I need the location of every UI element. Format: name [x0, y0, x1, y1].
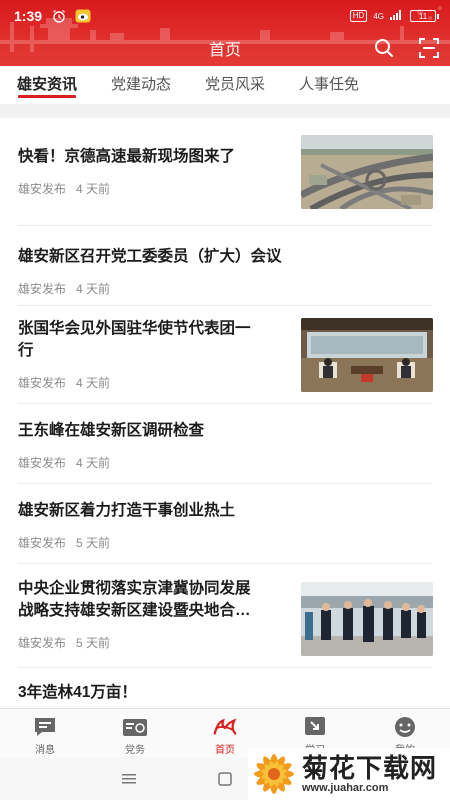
status-time: 1:39	[14, 8, 43, 24]
square-home-icon	[218, 772, 232, 786]
nav-label: 首页	[215, 745, 235, 756]
category-tabs: 雄安资讯 党建动态 党员风采 人事任免	[0, 66, 450, 104]
watermark-url: www.juahar.com	[302, 782, 389, 794]
news-source: 雄安发布	[18, 456, 67, 470]
news-title: 3年造林41万亩！	[18, 684, 137, 701]
study-icon	[302, 715, 328, 739]
news-time: 4 天前	[76, 456, 111, 470]
tab-personnel[interactable]: 人事任免	[282, 66, 376, 104]
news-meta: 雄安发布 5 天前	[18, 634, 120, 651]
news-title: 快看！京德高速最新现场图来了	[18, 148, 236, 165]
news-time: 5 天前	[76, 536, 111, 550]
news-meta: 雄安发布 4 天前	[18, 374, 120, 391]
scan-icon	[419, 38, 439, 58]
home-logo-icon	[212, 715, 238, 739]
news-item[interactable]: 雄安新区召开党工委委员（扩大）会议 雄安发布 4 天前	[0, 226, 450, 306]
news-item[interactable]: 快看！京德高速最新现场图来了 雄安发布 4 天前	[0, 118, 450, 226]
news-source: 雄安发布	[18, 182, 67, 196]
tab-xiongan-news[interactable]: 雄安资讯	[0, 66, 94, 104]
battery-icon: 11	[410, 10, 439, 22]
news-title: 王东峰在雄安新区调研检查	[18, 422, 205, 439]
news-item[interactable]: 王东峰在雄安新区调研检查 雄安发布 4 天前	[0, 404, 450, 484]
section-divider	[0, 104, 450, 118]
weibo-icon	[74, 7, 92, 25]
news-title: 雄安新区着力打造干事创业热土	[18, 502, 236, 519]
news-source: 雄安发布	[18, 282, 67, 296]
nav-label: 消息	[35, 745, 55, 756]
news-time: 4 天前	[76, 376, 111, 390]
tab-party-members[interactable]: 党员风采	[188, 66, 282, 104]
nav-party-affairs[interactable]: 党务	[90, 709, 180, 758]
news-thumbnail-officials	[301, 582, 433, 656]
menu-lines-icon	[122, 774, 136, 784]
news-title-line: 行	[18, 342, 34, 359]
news-meta: 雄安发布 4 天前	[18, 454, 120, 471]
home-system-button[interactable]	[216, 770, 234, 788]
news-title-line: 张国华会见外国驻华使节代表团一	[18, 320, 251, 337]
news-thumbnail-meeting	[301, 318, 433, 392]
hd-badge: HD	[349, 10, 368, 22]
scan-button[interactable]	[418, 37, 440, 59]
news-title: 雄安新区召开党工委委员（扩大）会议	[18, 248, 282, 265]
news-item[interactable]: 张国华会见外国驻华使节代表团一 行 雄安发布 4 天前	[0, 306, 450, 404]
news-title-line: 战略支持雄安新区建设暨央地合…	[18, 602, 251, 619]
news-meta: 雄安发布 4 天前	[18, 180, 120, 197]
network-type: 4G	[373, 11, 384, 21]
status-bar: 1:39 HD 4G 11	[0, 0, 450, 32]
nav-messages[interactable]: 消息	[0, 709, 90, 758]
news-item[interactable]: 3年造林41万亩！	[0, 668, 450, 708]
message-icon	[32, 715, 58, 739]
news-source: 雄安发布	[18, 536, 67, 550]
battery-level: 11	[418, 11, 428, 21]
news-time: 4 天前	[76, 282, 111, 296]
news-thumbnail-highway	[301, 135, 433, 209]
news-meta: 雄安发布 4 天前	[18, 280, 120, 297]
news-item[interactable]: 雄安新区着力打造干事创业热土 雄安发布 5 天前	[0, 484, 450, 564]
profile-face-icon	[392, 715, 418, 739]
signal-icon	[390, 10, 404, 22]
news-title: 中央企业贯彻落实京津冀协同发展 战略支持雄安新区建设暨央地合…	[18, 578, 251, 622]
news-meta: 雄安发布 5 天前	[18, 534, 120, 551]
nav-label: 党务	[125, 745, 145, 756]
news-source: 雄安发布	[18, 376, 67, 390]
watermark-text: 菊花下载网 www.juahar.com	[302, 754, 437, 794]
news-list: 快看！京德高速最新现场图来了 雄安发布 4 天前 雄安新区召开党工委委员（扩大）…	[0, 118, 450, 708]
search-button[interactable]	[373, 37, 395, 59]
news-time: 5 天前	[76, 636, 111, 650]
site-watermark: 菊花下载网 www.juahar.com	[248, 748, 450, 800]
news-item[interactable]: 中央企业贯彻落实京津冀协同发展 战略支持雄安新区建设暨央地合… 雄安发布 5 天前	[0, 564, 450, 668]
menu-button[interactable]	[120, 770, 138, 788]
news-source: 雄安发布	[18, 636, 67, 650]
watermark-name: 菊花下载网	[302, 753, 438, 783]
alarm-clock-icon	[50, 7, 68, 25]
app-header: 1:39 HD 4G 11 首页	[0, 0, 450, 66]
search-icon	[375, 39, 393, 57]
tab-party-building[interactable]: 党建动态	[94, 66, 188, 104]
app-screen: 1:39 HD 4G 11 首页 雄安资讯 党建动态 党员风采 人事任免 快看！…	[0, 0, 450, 800]
chrysanthemum-logo-icon	[254, 754, 294, 794]
news-time: 4 天前	[76, 182, 111, 196]
party-affairs-icon	[122, 715, 148, 739]
news-title: 张国华会见外国驻华使节代表团一 行	[18, 318, 251, 362]
news-title-line: 中央企业贯彻落实京津冀协同发展	[18, 580, 251, 597]
